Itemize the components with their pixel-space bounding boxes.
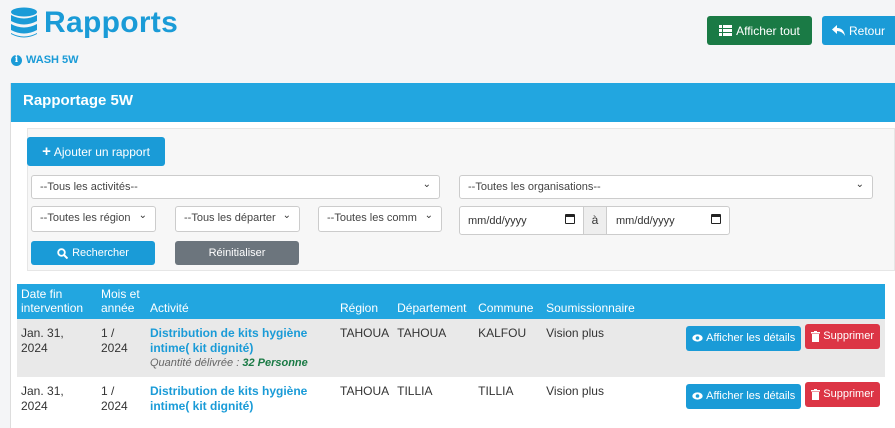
delete-button[interactable]: Supprimer [805, 324, 880, 349]
department-select[interactable]: --Tous les départer ⌄ [175, 206, 300, 232]
add-report-button[interactable]: + Ajouter un rapport [27, 137, 165, 166]
eye-icon [692, 334, 703, 342]
back-button[interactable]: Retour [822, 16, 895, 45]
eye-icon [692, 392, 703, 400]
region-select-value: --Toutes les région [40, 212, 131, 224]
chevron-down-icon: ⌄ [136, 210, 147, 221]
back-label: Retour [848, 23, 886, 38]
delete-button[interactable]: Supprimer [805, 382, 880, 407]
cell-end-date: Jan. 31, 2024 [21, 326, 64, 355]
cell-bidder: Vision plus [546, 384, 604, 398]
details-label: Afficher les détails [706, 389, 796, 402]
col-header-actions [677, 284, 885, 319]
details-button[interactable]: Afficher les détails [686, 383, 802, 409]
search-icon [57, 247, 69, 259]
col-header-commune[interactable]: Commune [474, 284, 542, 319]
calendar-icon[interactable] [565, 214, 575, 224]
col-header-month-year[interactable]: Mois et année [97, 284, 146, 319]
calendar-icon[interactable] [711, 214, 721, 224]
date-range: mm/dd/yyyy à mm/dd/yyyy [459, 206, 730, 235]
reset-button[interactable]: Réinitialiser [175, 241, 299, 265]
card-title: Rapportage 5W [11, 83, 895, 122]
date-separator: à [583, 207, 607, 234]
search-label: Rechercher [72, 247, 129, 259]
cell-department: TAHOUA [397, 326, 447, 340]
col-header-end-date[interactable]: Date fin intervention [17, 284, 97, 319]
activity-select[interactable]: --Tous les activités-- ⌄ [31, 175, 440, 199]
cell-month-year: 1 / 2024 [101, 384, 128, 413]
cell-bidder: Vision plus [546, 326, 604, 340]
cell-region: TAHOUA [340, 384, 390, 398]
date-to-input[interactable]: mm/dd/yyyy [616, 215, 675, 227]
page-title: Rapports [10, 6, 178, 40]
search-button[interactable]: Rechercher [31, 241, 155, 265]
cell-commune: TILLIA [478, 384, 514, 398]
quantity-delivered: Quantité délivrée : 32 Personne [150, 356, 332, 371]
page-header: Rapports i WASH 5W Afficher tout Retour [0, 0, 895, 80]
reports-table: Date fin intervention Mois et année Acti… [17, 284, 885, 420]
chevron-down-icon: ⌄ [855, 179, 864, 190]
cell-department: TILLIA [397, 384, 433, 398]
quantity-label: Quantité délivrée : [150, 357, 243, 369]
col-header-bidder[interactable]: Soumissionnaire [542, 284, 677, 319]
database-icon [11, 7, 37, 38]
page-subtitle: i WASH 5W [11, 54, 79, 66]
col-header-activity[interactable]: Activité [146, 284, 336, 319]
details-label: Afficher les détails [706, 331, 796, 344]
delete-label: Supprimer [823, 330, 874, 342]
activity-select-value: --Tous les activités-- [40, 181, 138, 193]
trash-icon [811, 389, 821, 400]
quantity-value: 32 Personne [242, 357, 308, 369]
table-row: Jan. 31, 2024 1 / 2024 Distribution de k… [17, 377, 885, 420]
info-icon: i [11, 54, 22, 66]
cell-month-year: 1 / 2024 [101, 326, 128, 355]
show-all-button[interactable]: Afficher tout [707, 16, 812, 45]
region-select[interactable]: --Toutes les région ⌄ [31, 206, 156, 232]
add-report-label: Ajouter un rapport [53, 144, 150, 159]
reset-label: Réinitialiser [208, 247, 266, 259]
commune-select[interactable]: --Toutes les comm ⌄ [318, 206, 442, 232]
col-header-region[interactable]: Région [336, 284, 393, 319]
organisation-select[interactable]: --Toutes les organisations-- ⌄ [459, 175, 873, 199]
show-all-label: Afficher tout [736, 23, 800, 38]
delete-label: Supprimer [823, 388, 874, 400]
organisation-select-value: --Toutes les organisations-- [468, 181, 601, 193]
cell-actions: Afficher les détails Supprimer [677, 319, 885, 377]
chevron-down-icon: ⌄ [422, 179, 431, 190]
col-header-department[interactable]: Département [393, 284, 474, 319]
cell-actions: Afficher les détails Supprimer [677, 377, 885, 420]
plus-icon: + [42, 143, 51, 160]
cell-activity: Distribution de kits hygiène intime( kit… [146, 319, 336, 377]
activity-link[interactable]: Distribution de kits hygiène intime( kit… [150, 326, 332, 356]
cell-activity: Distribution de kits hygiène intime( kit… [146, 377, 336, 420]
cell-region: TAHOUA [340, 326, 390, 340]
chevron-down-icon: ⌄ [280, 210, 291, 221]
table-row: Jan. 31, 2024 1 / 2024 Distribution de k… [17, 319, 885, 377]
reply-icon [831, 25, 845, 36]
subtitle-text: WASH 5W [26, 54, 79, 66]
details-button[interactable]: Afficher les détails [686, 325, 802, 351]
activity-link[interactable]: Distribution de kits hygiène intime( kit… [150, 384, 332, 414]
list-icon [719, 25, 733, 36]
cell-commune: KALFOU [478, 326, 527, 340]
department-select-value: --Tous les départer [184, 212, 276, 224]
page-title-text: Rapports [44, 6, 179, 39]
chevron-down-icon: ⌄ [422, 210, 433, 221]
date-from-input[interactable]: mm/dd/yyyy [468, 215, 527, 227]
commune-select-value: --Toutes les comm [327, 212, 417, 224]
table-header-row: Date fin intervention Mois et année Acti… [17, 284, 885, 319]
cell-end-date: Jan. 31, 2024 [21, 384, 64, 413]
trash-icon [811, 331, 821, 342]
